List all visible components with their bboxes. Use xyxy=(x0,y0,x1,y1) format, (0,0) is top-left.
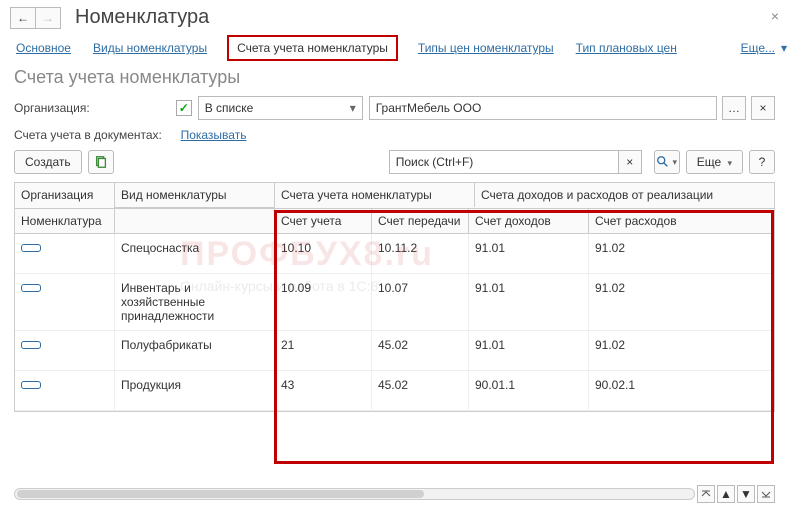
tab-kinds[interactable]: Виды номенклатуры xyxy=(91,37,209,59)
col-expense[interactable]: Счет расходов xyxy=(589,209,774,233)
docs-show-link[interactable]: Показывать xyxy=(181,128,247,142)
cell-transfer: 45.02 xyxy=(372,371,469,410)
col-accounts-group[interactable]: Счета учета номенклатуры xyxy=(275,183,475,207)
org-value-field[interactable]: ГрантМебель ООО xyxy=(369,96,717,120)
col-kind[interactable]: Вид номенклатуры xyxy=(115,183,275,208)
col-income-group[interactable]: Счета доходов и расходов от реализации xyxy=(475,183,774,207)
table-row[interactable]: Инвентарь и хозяйственные принадлежности… xyxy=(15,274,774,331)
cell-org xyxy=(15,234,115,273)
org-mode-select[interactable]: В списке ▾ xyxy=(198,96,363,120)
chevron-down-icon: ▾ xyxy=(672,157,677,168)
cell-income: 91.01 xyxy=(469,274,589,330)
cell-transfer: 10.11.2 xyxy=(372,234,469,273)
cell-income: 90.01.1 xyxy=(469,371,589,410)
tab-plan-prices[interactable]: Тип плановых цен xyxy=(574,37,679,59)
org-select-button[interactable]: … xyxy=(722,96,746,120)
copy-icon xyxy=(94,155,108,169)
copy-button[interactable] xyxy=(88,150,114,174)
data-grid: Организация Вид номенклатуры Счета учета… xyxy=(14,182,775,412)
org-value-text: ГрантМебель ООО xyxy=(376,101,482,115)
col-income[interactable]: Счет доходов xyxy=(469,209,589,233)
table-row[interactable]: Полуфабрикаты2145.0291.0191.02 xyxy=(15,331,774,371)
more-button[interactable]: Еще ▾ xyxy=(686,150,743,174)
cell-expense: 91.02 xyxy=(589,331,774,370)
cell-kind: Полуфабрикаты xyxy=(115,331,275,370)
section-subtitle: Счета учета номенклатуры xyxy=(0,65,789,94)
cell-acc: 21 xyxy=(275,331,372,370)
row-icon xyxy=(21,381,41,389)
cell-expense: 90.02.1 xyxy=(589,371,774,410)
nav-back-button[interactable]: ← xyxy=(10,7,36,29)
docs-label: Счета учета в документах: xyxy=(14,128,162,142)
cell-expense: 91.02 xyxy=(589,234,774,273)
tab-accounts[interactable]: Счета учета номенклатуры xyxy=(227,35,398,61)
cell-income: 91.01 xyxy=(469,234,589,273)
cell-acc: 10.10 xyxy=(275,234,372,273)
search-placeholder: Поиск (Ctrl+F) xyxy=(396,155,474,169)
find-button[interactable]: ▾ xyxy=(654,150,680,174)
cell-transfer: 10.07 xyxy=(372,274,469,330)
table-row[interactable]: Продукция4345.0290.01.190.02.1 xyxy=(15,371,774,411)
col-kind-spacer xyxy=(115,209,275,233)
col-org[interactable]: Организация xyxy=(15,183,115,208)
cell-acc: 43 xyxy=(275,371,372,410)
col-nom[interactable]: Номенклатура xyxy=(15,209,115,233)
search-input[interactable]: Поиск (Ctrl+F) xyxy=(389,150,619,174)
tab-price-types[interactable]: Типы цен номенклатуры xyxy=(416,37,556,59)
search-clear-button[interactable]: × xyxy=(618,150,642,174)
org-mode-value: В списке xyxy=(205,101,254,115)
cell-income: 91.01 xyxy=(469,331,589,370)
row-icon xyxy=(21,244,41,252)
scroll-down-button[interactable]: ▼ xyxy=(737,485,755,503)
cell-org xyxy=(15,274,115,330)
cell-kind: Продукция xyxy=(115,371,275,410)
org-label: Организация: xyxy=(14,101,90,115)
nav-forward-button: → xyxy=(35,7,61,29)
cell-expense: 91.02 xyxy=(589,274,774,330)
scroll-up-button[interactable]: ▲ xyxy=(717,485,735,503)
tab-main[interactable]: Основное xyxy=(14,37,73,59)
scroll-bottom-button[interactable] xyxy=(757,485,775,503)
chevron-down-icon: ▾ xyxy=(727,158,732,168)
row-icon xyxy=(21,341,41,349)
tab-more[interactable]: Еще... xyxy=(741,41,775,55)
cell-org xyxy=(15,371,115,410)
close-icon[interactable]: × xyxy=(771,8,779,24)
help-button[interactable]: ? xyxy=(749,150,775,174)
more-label: Еще xyxy=(697,155,721,169)
create-button[interactable]: Создать xyxy=(14,150,82,174)
scroll-top-button[interactable] xyxy=(697,485,715,503)
h-scrollbar-thumb[interactable] xyxy=(17,490,424,498)
cell-acc: 10.09 xyxy=(275,274,372,330)
cell-org xyxy=(15,331,115,370)
cell-kind: Спецоснастка xyxy=(115,234,275,273)
table-row[interactable]: Спецоснастка10.1010.11.291.0191.02 xyxy=(15,234,774,274)
cell-transfer: 45.02 xyxy=(372,331,469,370)
org-checkbox[interactable]: ✓ xyxy=(176,100,192,116)
row-icon xyxy=(21,284,41,292)
page-title: Номенклатура xyxy=(75,6,209,29)
col-acc[interactable]: Счет учета xyxy=(275,209,372,233)
cell-kind: Инвентарь и хозяйственные принадлежности xyxy=(115,274,275,330)
search-icon xyxy=(656,155,670,169)
chevron-down-icon: ▾ xyxy=(350,101,356,115)
col-transfer[interactable]: Счет передачи xyxy=(372,209,469,233)
org-clear-button[interactable]: × xyxy=(751,96,775,120)
h-scrollbar[interactable] xyxy=(14,488,695,500)
